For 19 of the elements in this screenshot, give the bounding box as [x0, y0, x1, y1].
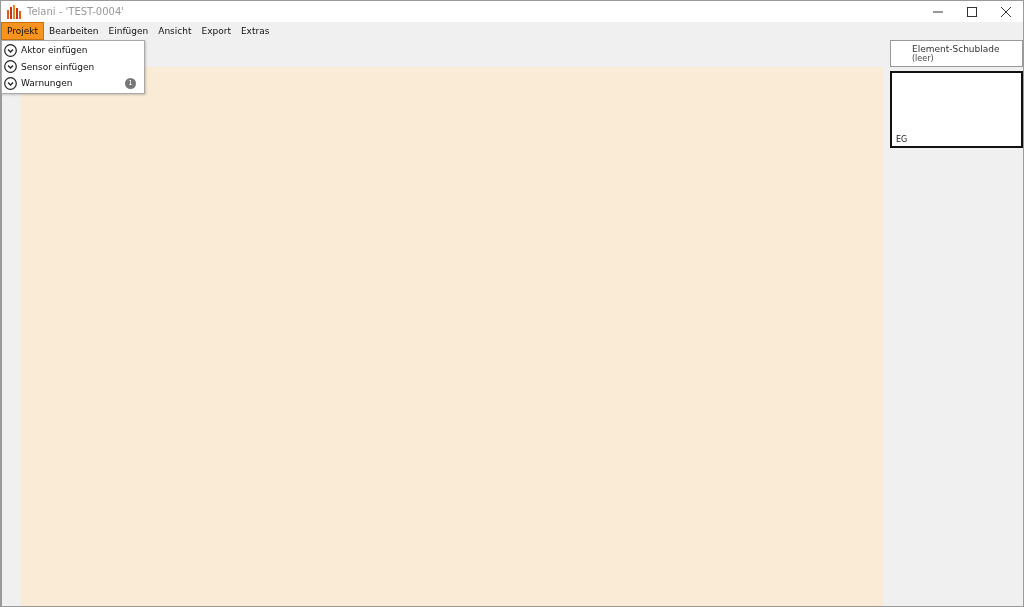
floor-preview[interactable]: EG: [890, 71, 1023, 148]
menu-item[interactable]: Projekt: [1, 22, 45, 40]
menu-item[interactable]: Bearbeiten: [44, 22, 104, 40]
chevron-down-circle-icon: [4, 60, 17, 74]
menu-item[interactable]: Extras: [235, 22, 275, 40]
chevron-down-circle-icon: [4, 76, 17, 90]
close-icon: [1001, 6, 1011, 17]
drawer-subtitle: (leer): [912, 54, 935, 63]
dropdown-item[interactable]: Sensor einfügen: [2, 58, 144, 75]
window-title: Telani - 'TEST-0004': [27, 6, 125, 17]
floor-label: EG: [896, 135, 908, 144]
menu-item[interactable]: Einfügen: [103, 22, 154, 40]
bar-chart-icon: [7, 4, 21, 19]
menu-item[interactable]: Ansicht: [153, 22, 197, 40]
chevron-down-circle-icon: [4, 43, 17, 57]
dropdown-item[interactable]: Aktor einfügen: [2, 42, 144, 59]
drawer-title: Element-Schublade: [912, 44, 1001, 54]
maximize-icon: [967, 6, 977, 17]
menu-item[interactable]: Export: [196, 22, 236, 40]
